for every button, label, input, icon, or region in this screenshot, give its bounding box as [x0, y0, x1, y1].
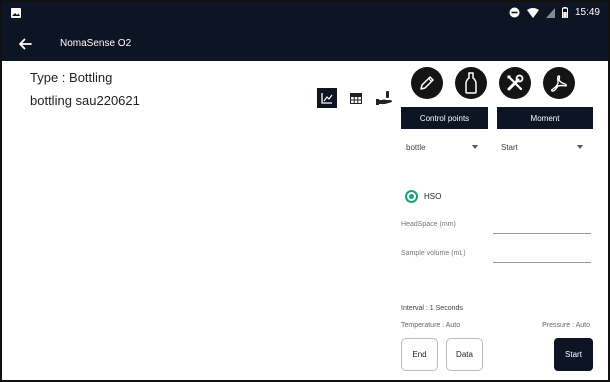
- sample-volume-label: Sample volume (mL): [401, 250, 466, 257]
- sample-volume-input[interactable]: [493, 249, 591, 263]
- control-points-button[interactable]: Control points: [401, 107, 488, 129]
- wifi-icon: [526, 7, 539, 18]
- image-icon: [10, 7, 22, 19]
- pdf-icon[interactable]: [543, 67, 575, 99]
- clock-time: 15:49: [574, 7, 600, 18]
- end-button[interactable]: End: [401, 338, 438, 371]
- app-bar: NomaSense O2: [2, 26, 608, 61]
- caret-down-icon: [472, 145, 478, 149]
- status-icons: 15:49: [509, 7, 600, 18]
- arrow-left-icon[interactable]: [16, 35, 34, 53]
- moment-select[interactable]: Start: [501, 140, 583, 154]
- start-button[interactable]: Start: [554, 338, 593, 371]
- signal-icon: [545, 7, 555, 18]
- control-point-select-value: bottle: [406, 142, 426, 152]
- moment-button[interactable]: Moment: [497, 107, 593, 129]
- pressure-text: Pressure : Auto: [542, 322, 590, 329]
- view-toggles: [317, 88, 395, 108]
- hso-radio-option[interactable]: HSO: [405, 190, 441, 203]
- app-window: 15:49 NomaSense O2 Type : Bottling bottl…: [0, 0, 610, 382]
- bottle-icon[interactable]: [455, 67, 487, 99]
- data-button[interactable]: Data: [446, 338, 483, 371]
- headspace-label: HeadSpace (mm): [401, 221, 456, 228]
- tools-icon[interactable]: [499, 67, 531, 99]
- line-chart-icon[interactable]: [317, 88, 337, 108]
- radio-button[interactable]: [405, 190, 418, 203]
- table-grid-icon[interactable]: [346, 88, 366, 108]
- do-not-disturb-icon: [509, 7, 520, 18]
- pencil-icon[interactable]: [411, 67, 443, 99]
- headspace-input[interactable]: [493, 220, 591, 234]
- measurement-name: bottling sau220621: [30, 93, 140, 108]
- action-buttons: [411, 67, 575, 99]
- temperature-text: Temperature : Auto: [401, 322, 461, 329]
- battery-icon: [561, 7, 568, 18]
- hand-bottle-icon[interactable]: [375, 88, 395, 108]
- interval-text: Interval : 1 Seconds: [401, 305, 463, 312]
- measurement-type: Type : Bottling: [30, 70, 113, 85]
- caret-down-icon: [577, 145, 583, 149]
- moment-select-value: Start: [501, 142, 518, 152]
- app-title: NomaSense O2: [60, 38, 132, 49]
- hso-label: HSO: [424, 192, 442, 201]
- control-point-select[interactable]: bottle: [406, 140, 478, 154]
- status-bar: 15:49: [2, 2, 608, 26]
